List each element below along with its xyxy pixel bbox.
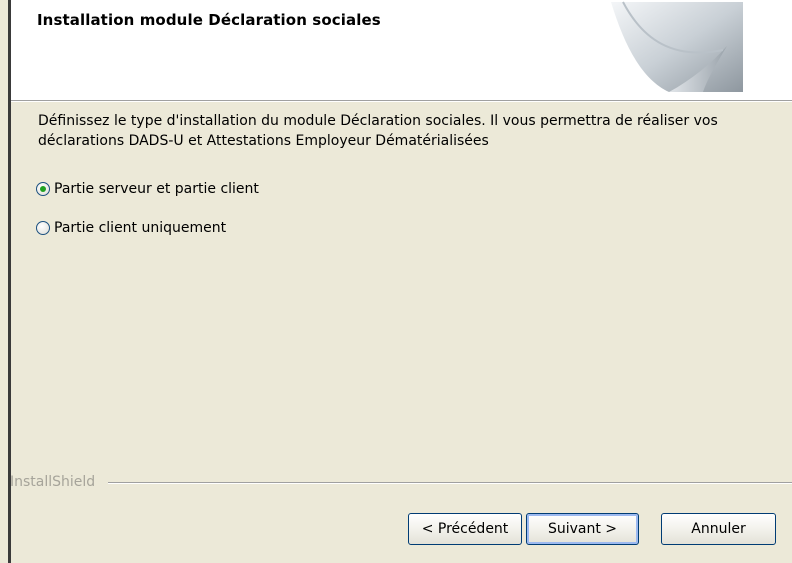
radio-option-server-and-client[interactable]: Partie serveur et partie client — [36, 179, 259, 199]
radio-option-label: Partie client uniquement — [54, 220, 227, 236]
dialog-header: Installation module Déclaration sociales — [11, 0, 792, 100]
previous-button[interactable]: < Précédent — [408, 513, 522, 545]
radio-option-client-only[interactable]: Partie client uniquement — [36, 218, 226, 238]
footer-divider-highlight — [108, 483, 792, 484]
radio-selected-dot — [40, 186, 46, 192]
radio-button-unchecked-icon[interactable] — [36, 221, 50, 235]
radio-button-checked-icon[interactable] — [36, 182, 50, 196]
installshield-brand-label: InstallShield — [10, 474, 96, 490]
radio-option-label: Partie serveur et partie client — [54, 181, 259, 197]
next-button[interactable]: Suivant > — [526, 513, 639, 545]
instruction-text: Définissez le type d'installation du mod… — [38, 113, 718, 149]
header-divider-highlight — [11, 101, 792, 102]
cancel-button[interactable]: Annuler — [661, 513, 776, 545]
dialog-title: Installation module Déclaration sociales — [37, 11, 381, 29]
installshield-curl-icon — [611, 1, 743, 92]
installer-dialog: Installation module Déclaration sociales… — [0, 0, 792, 563]
